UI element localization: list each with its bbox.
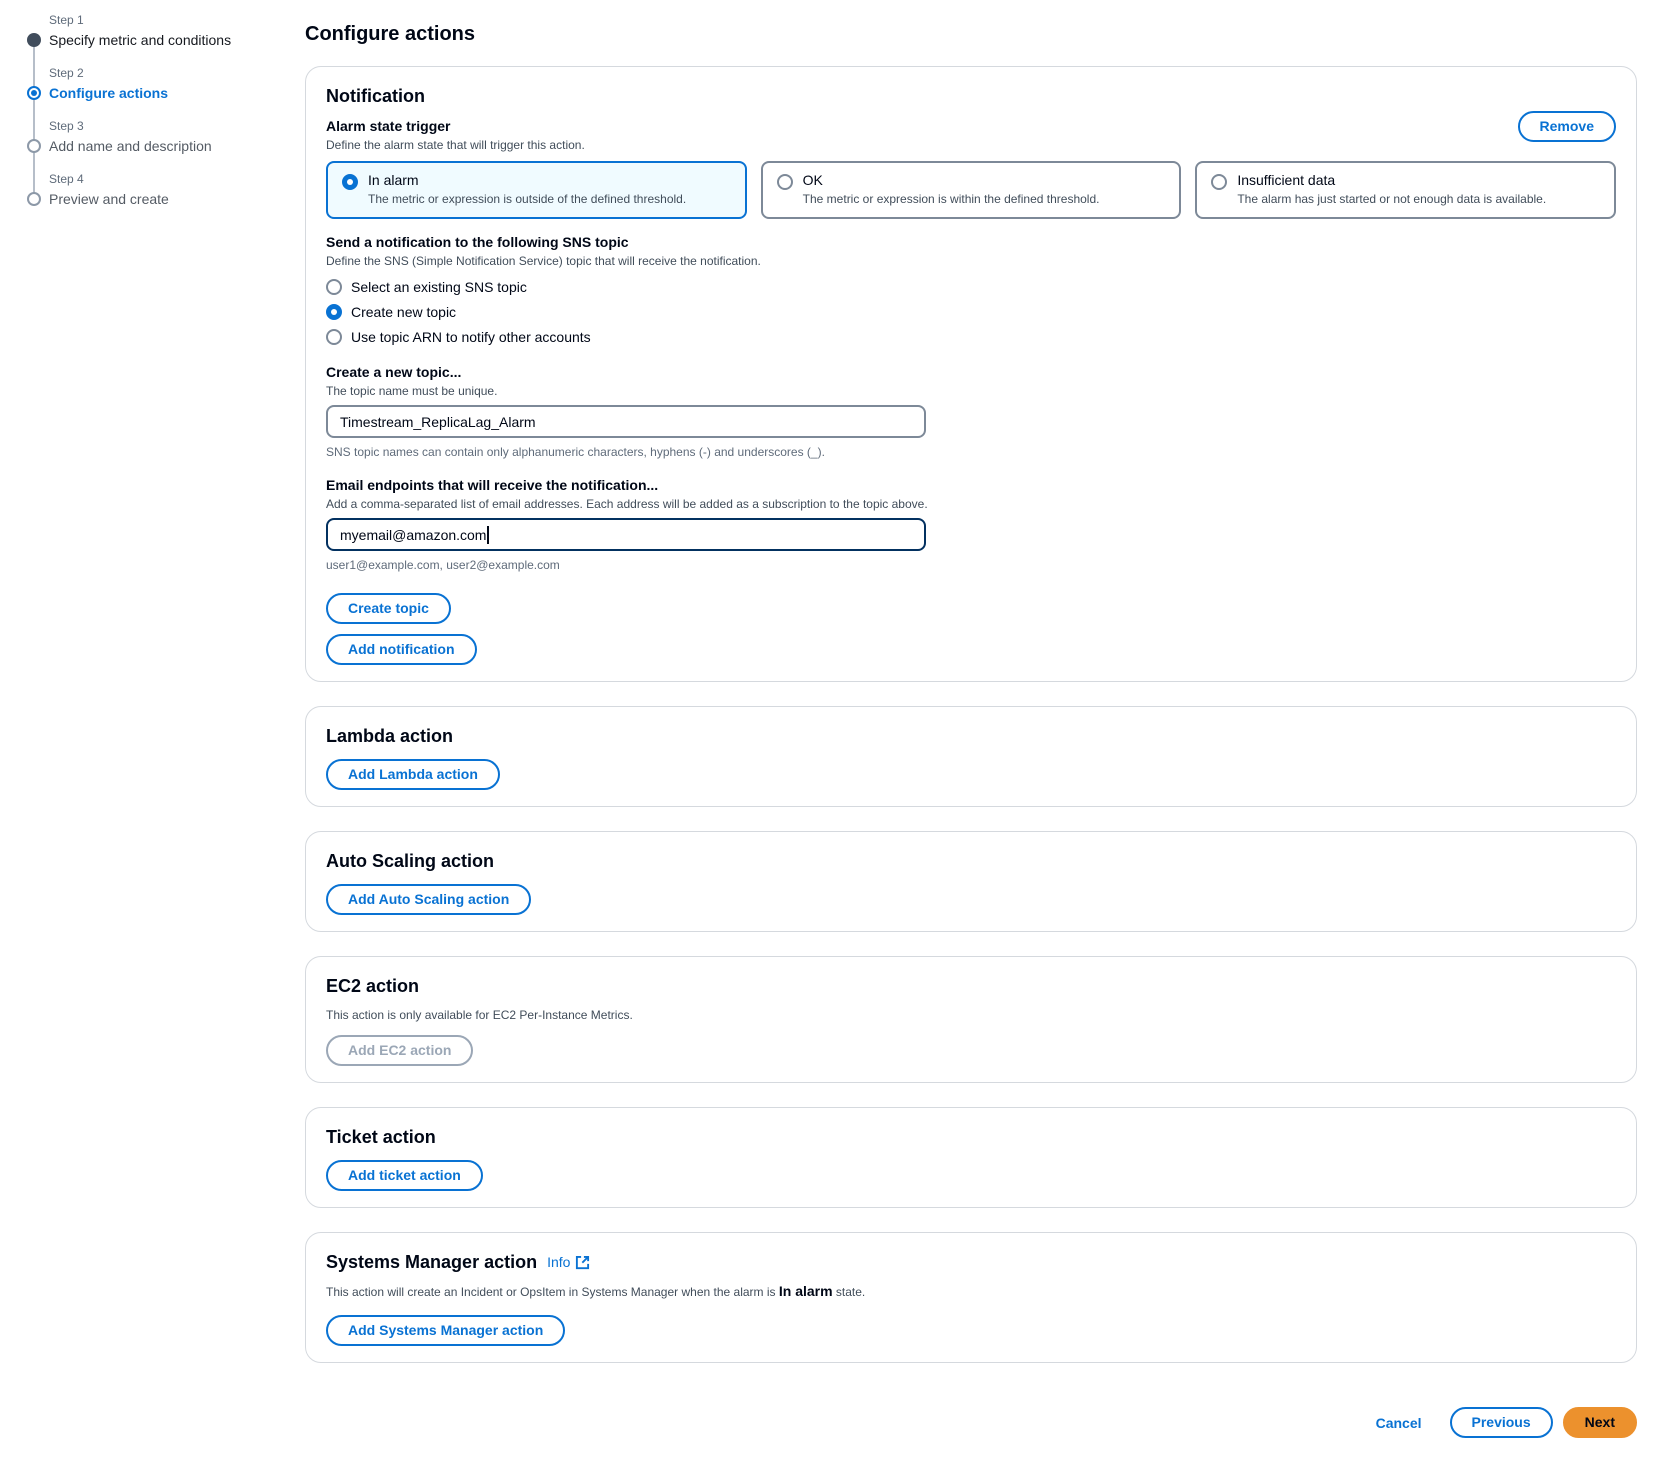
step-3-title[interactable]: Add name and description <box>49 136 212 156</box>
next-button[interactable]: Next <box>1563 1407 1637 1438</box>
auto-scaling-action-title: Auto Scaling action <box>326 850 1616 872</box>
step-1-number: Step 1 <box>49 12 305 28</box>
create-new-topic-radio-icon[interactable] <box>326 304 342 320</box>
info-link[interactable]: Info <box>547 1254 590 1270</box>
notification-title: Notification <box>326 85 1616 107</box>
select-existing-radio-icon[interactable] <box>326 279 342 295</box>
page-title: Configure actions <box>305 22 1637 46</box>
add-notification-button[interactable]: Add notification <box>326 634 477 665</box>
info-link-label: Info <box>547 1254 570 1270</box>
email-endpoints-input[interactable]: myemail@amazon.com <box>326 518 926 551</box>
external-link-icon <box>575 1255 590 1270</box>
add-lambda-action-button[interactable]: Add Lambda action <box>326 759 500 790</box>
ec2-action-card: EC2 action This action is only available… <box>305 956 1637 1083</box>
tile-in-alarm-label: In alarm <box>368 171 686 189</box>
tile-in-alarm[interactable]: In alarm The metric or expression is out… <box>326 161 747 219</box>
use-topic-arn-radio-icon[interactable] <box>326 329 342 345</box>
cancel-button[interactable]: Cancel <box>1376 1415 1422 1431</box>
systems-manager-action-title: Systems Manager action <box>326 1251 537 1273</box>
add-ticket-action-button[interactable]: Add ticket action <box>326 1160 483 1191</box>
step-3-number: Step 3 <box>49 118 305 134</box>
radio-use-topic-arn[interactable]: Use topic ARN to notify other accounts <box>326 327 1616 347</box>
wizard-steps-nav: Step 1 Specify metric and conditions Ste… <box>0 0 305 1458</box>
steps-list: Step 1 Specify metric and conditions Ste… <box>27 12 305 209</box>
tile-insufficient-data-label: Insufficient data <box>1237 171 1546 189</box>
text-cursor <box>487 526 489 544</box>
tile-in-alarm-description: The metric or expression is outside of t… <box>368 191 686 207</box>
alarm-state-trigger-label: Alarm state trigger <box>326 117 1616 135</box>
configure-actions-page: Step 1 Specify metric and conditions Ste… <box>0 0 1665 1458</box>
add-systems-manager-action-button[interactable]: Add Systems Manager action <box>326 1315 565 1346</box>
wizard-footer: Cancel Previous Next <box>305 1407 1637 1458</box>
create-topic-description: The topic name must be unique. <box>326 383 1616 399</box>
in-alarm-radio-icon[interactable] <box>342 174 358 190</box>
previous-button[interactable]: Previous <box>1450 1407 1553 1438</box>
systems-manager-description: This action will create an Incident or O… <box>326 1283 1616 1301</box>
step-2-active-icon <box>27 86 41 100</box>
notification-card: Notification Remove Alarm state trigger … <box>305 66 1637 682</box>
create-topic-button[interactable]: Create topic <box>326 593 451 624</box>
topic-name-hint: SNS topic names can contain only alphanu… <box>326 444 1616 460</box>
step-2-title[interactable]: Configure actions <box>49 83 168 103</box>
tile-insufficient-data-description: The alarm has just started or not enough… <box>1237 191 1546 207</box>
email-endpoints-hint: user1@example.com, user2@example.com <box>326 557 1616 573</box>
topic-name-value: Timestream_ReplicaLag_Alarm <box>340 414 536 430</box>
tile-ok-label: OK <box>803 171 1100 189</box>
use-topic-arn-label: Use topic ARN to notify other accounts <box>351 327 591 347</box>
step-3-add-name[interactable]: Step 3 Add name and description <box>27 118 305 156</box>
step-4-upcoming-icon <box>27 192 41 206</box>
radio-create-new-topic[interactable]: Create new topic <box>326 302 1616 322</box>
step-2-number: Step 2 <box>49 65 305 81</box>
radio-select-existing-sns-topic[interactable]: Select an existing SNS topic <box>326 277 1616 297</box>
ticket-action-card: Ticket action Add ticket action <box>305 1107 1637 1208</box>
email-endpoints-description: Add a comma-separated list of email addr… <box>326 496 1616 512</box>
main-content: Configure actions Notification Remove Al… <box>305 0 1637 1458</box>
step-1-completed-icon <box>27 33 41 47</box>
add-auto-scaling-action-button[interactable]: Add Auto Scaling action <box>326 884 531 915</box>
select-existing-label: Select an existing SNS topic <box>351 277 527 297</box>
step-1-specify-metric[interactable]: Step 1 Specify metric and conditions <box>27 12 305 50</box>
lambda-action-title: Lambda action <box>326 725 1616 747</box>
sns-topic-label: Send a notification to the following SNS… <box>326 233 1616 251</box>
remove-notification-button[interactable]: Remove <box>1518 111 1616 142</box>
ec2-action-title: EC2 action <box>326 975 1616 997</box>
topic-name-input[interactable]: Timestream_ReplicaLag_Alarm <box>326 405 926 438</box>
add-ec2-action-button: Add EC2 action <box>326 1035 473 1066</box>
step-3-upcoming-icon <box>27 139 41 153</box>
ec2-action-description: This action is only available for EC2 Pe… <box>326 1007 1616 1023</box>
step-1-title[interactable]: Specify metric and conditions <box>49 30 231 50</box>
step-4-title[interactable]: Preview and create <box>49 189 169 209</box>
insufficient-data-radio-icon[interactable] <box>1211 174 1227 190</box>
step-4-number: Step 4 <box>49 171 305 187</box>
tile-insufficient-data[interactable]: Insufficient data The alarm has just sta… <box>1195 161 1616 219</box>
alarm-state-trigger-description: Define the alarm state that will trigger… <box>326 137 1616 153</box>
alarm-state-tiles: In alarm The metric or expression is out… <box>326 161 1616 219</box>
auto-scaling-action-card: Auto Scaling action Add Auto Scaling act… <box>305 831 1637 932</box>
step-4-preview-create[interactable]: Step 4 Preview and create <box>27 171 305 209</box>
email-endpoints-value: myemail@amazon.com <box>340 527 486 543</box>
ticket-action-title: Ticket action <box>326 1126 1616 1148</box>
ok-radio-icon[interactable] <box>777 174 793 190</box>
lambda-action-card: Lambda action Add Lambda action <box>305 706 1637 807</box>
email-endpoints-label: Email endpoints that will receive the no… <box>326 476 1616 494</box>
in-alarm-bold-text: In alarm <box>779 1283 833 1299</box>
systems-manager-action-card: Systems Manager action Info This action … <box>305 1232 1637 1363</box>
create-topic-label: Create a new topic... <box>326 363 1616 381</box>
tile-ok-description: The metric or expression is within the d… <box>803 191 1100 207</box>
create-new-topic-label: Create new topic <box>351 302 456 322</box>
step-2-configure-actions[interactable]: Step 2 Configure actions <box>27 65 305 103</box>
tile-ok[interactable]: OK The metric or expression is within th… <box>761 161 1182 219</box>
sns-topic-description: Define the SNS (Simple Notification Serv… <box>326 253 1616 269</box>
